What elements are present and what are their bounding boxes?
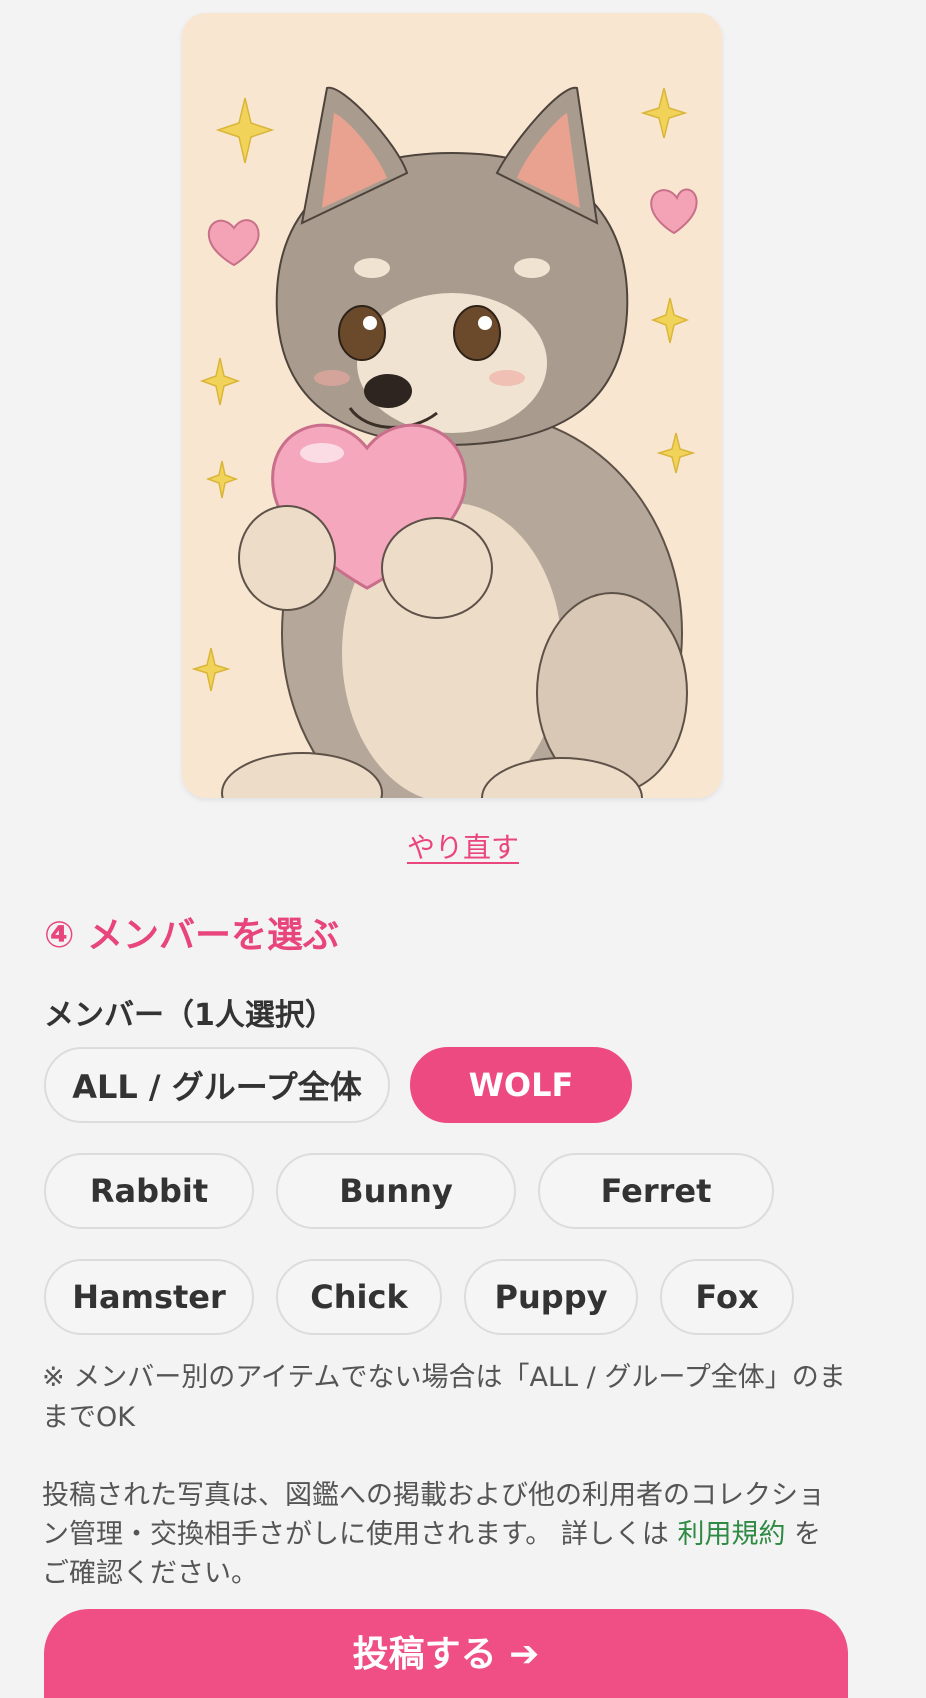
member-chip-puppy[interactable]: Puppy: [464, 1259, 638, 1335]
member-field-label: メンバー（1人選択）: [44, 998, 335, 1033]
section-title: ④ メンバーを選ぶ: [44, 915, 340, 956]
uploaded-photo: [182, 13, 722, 798]
member-chip-all[interactable]: ALL / グループ全体: [44, 1047, 390, 1123]
submit-button[interactable]: 投稿する ➔: [44, 1609, 848, 1698]
member-chip-fox[interactable]: Fox: [660, 1259, 794, 1335]
member-chip-chick[interactable]: Chick: [276, 1259, 442, 1335]
member-note: ※ メンバー別のアイテムでない場合は「ALL / グループ全体」のままでOK: [42, 1362, 846, 1433]
member-chip-ferret[interactable]: Ferret: [538, 1153, 774, 1229]
member-chip-wolf[interactable]: WOLF: [410, 1047, 632, 1123]
member-chip-rabbit[interactable]: Rabbit: [44, 1153, 254, 1229]
member-chip-bunny[interactable]: Bunny: [276, 1153, 516, 1229]
member-chip-hamster[interactable]: Hamster: [44, 1259, 254, 1335]
terms-notice: 投稿された写真は、図鑑への掲載および他の利用者のコレクション管理・交換相手さがし…: [42, 1476, 842, 1593]
redo-link[interactable]: やり直す: [0, 826, 926, 866]
terms-link[interactable]: 利用規約: [677, 1519, 785, 1550]
